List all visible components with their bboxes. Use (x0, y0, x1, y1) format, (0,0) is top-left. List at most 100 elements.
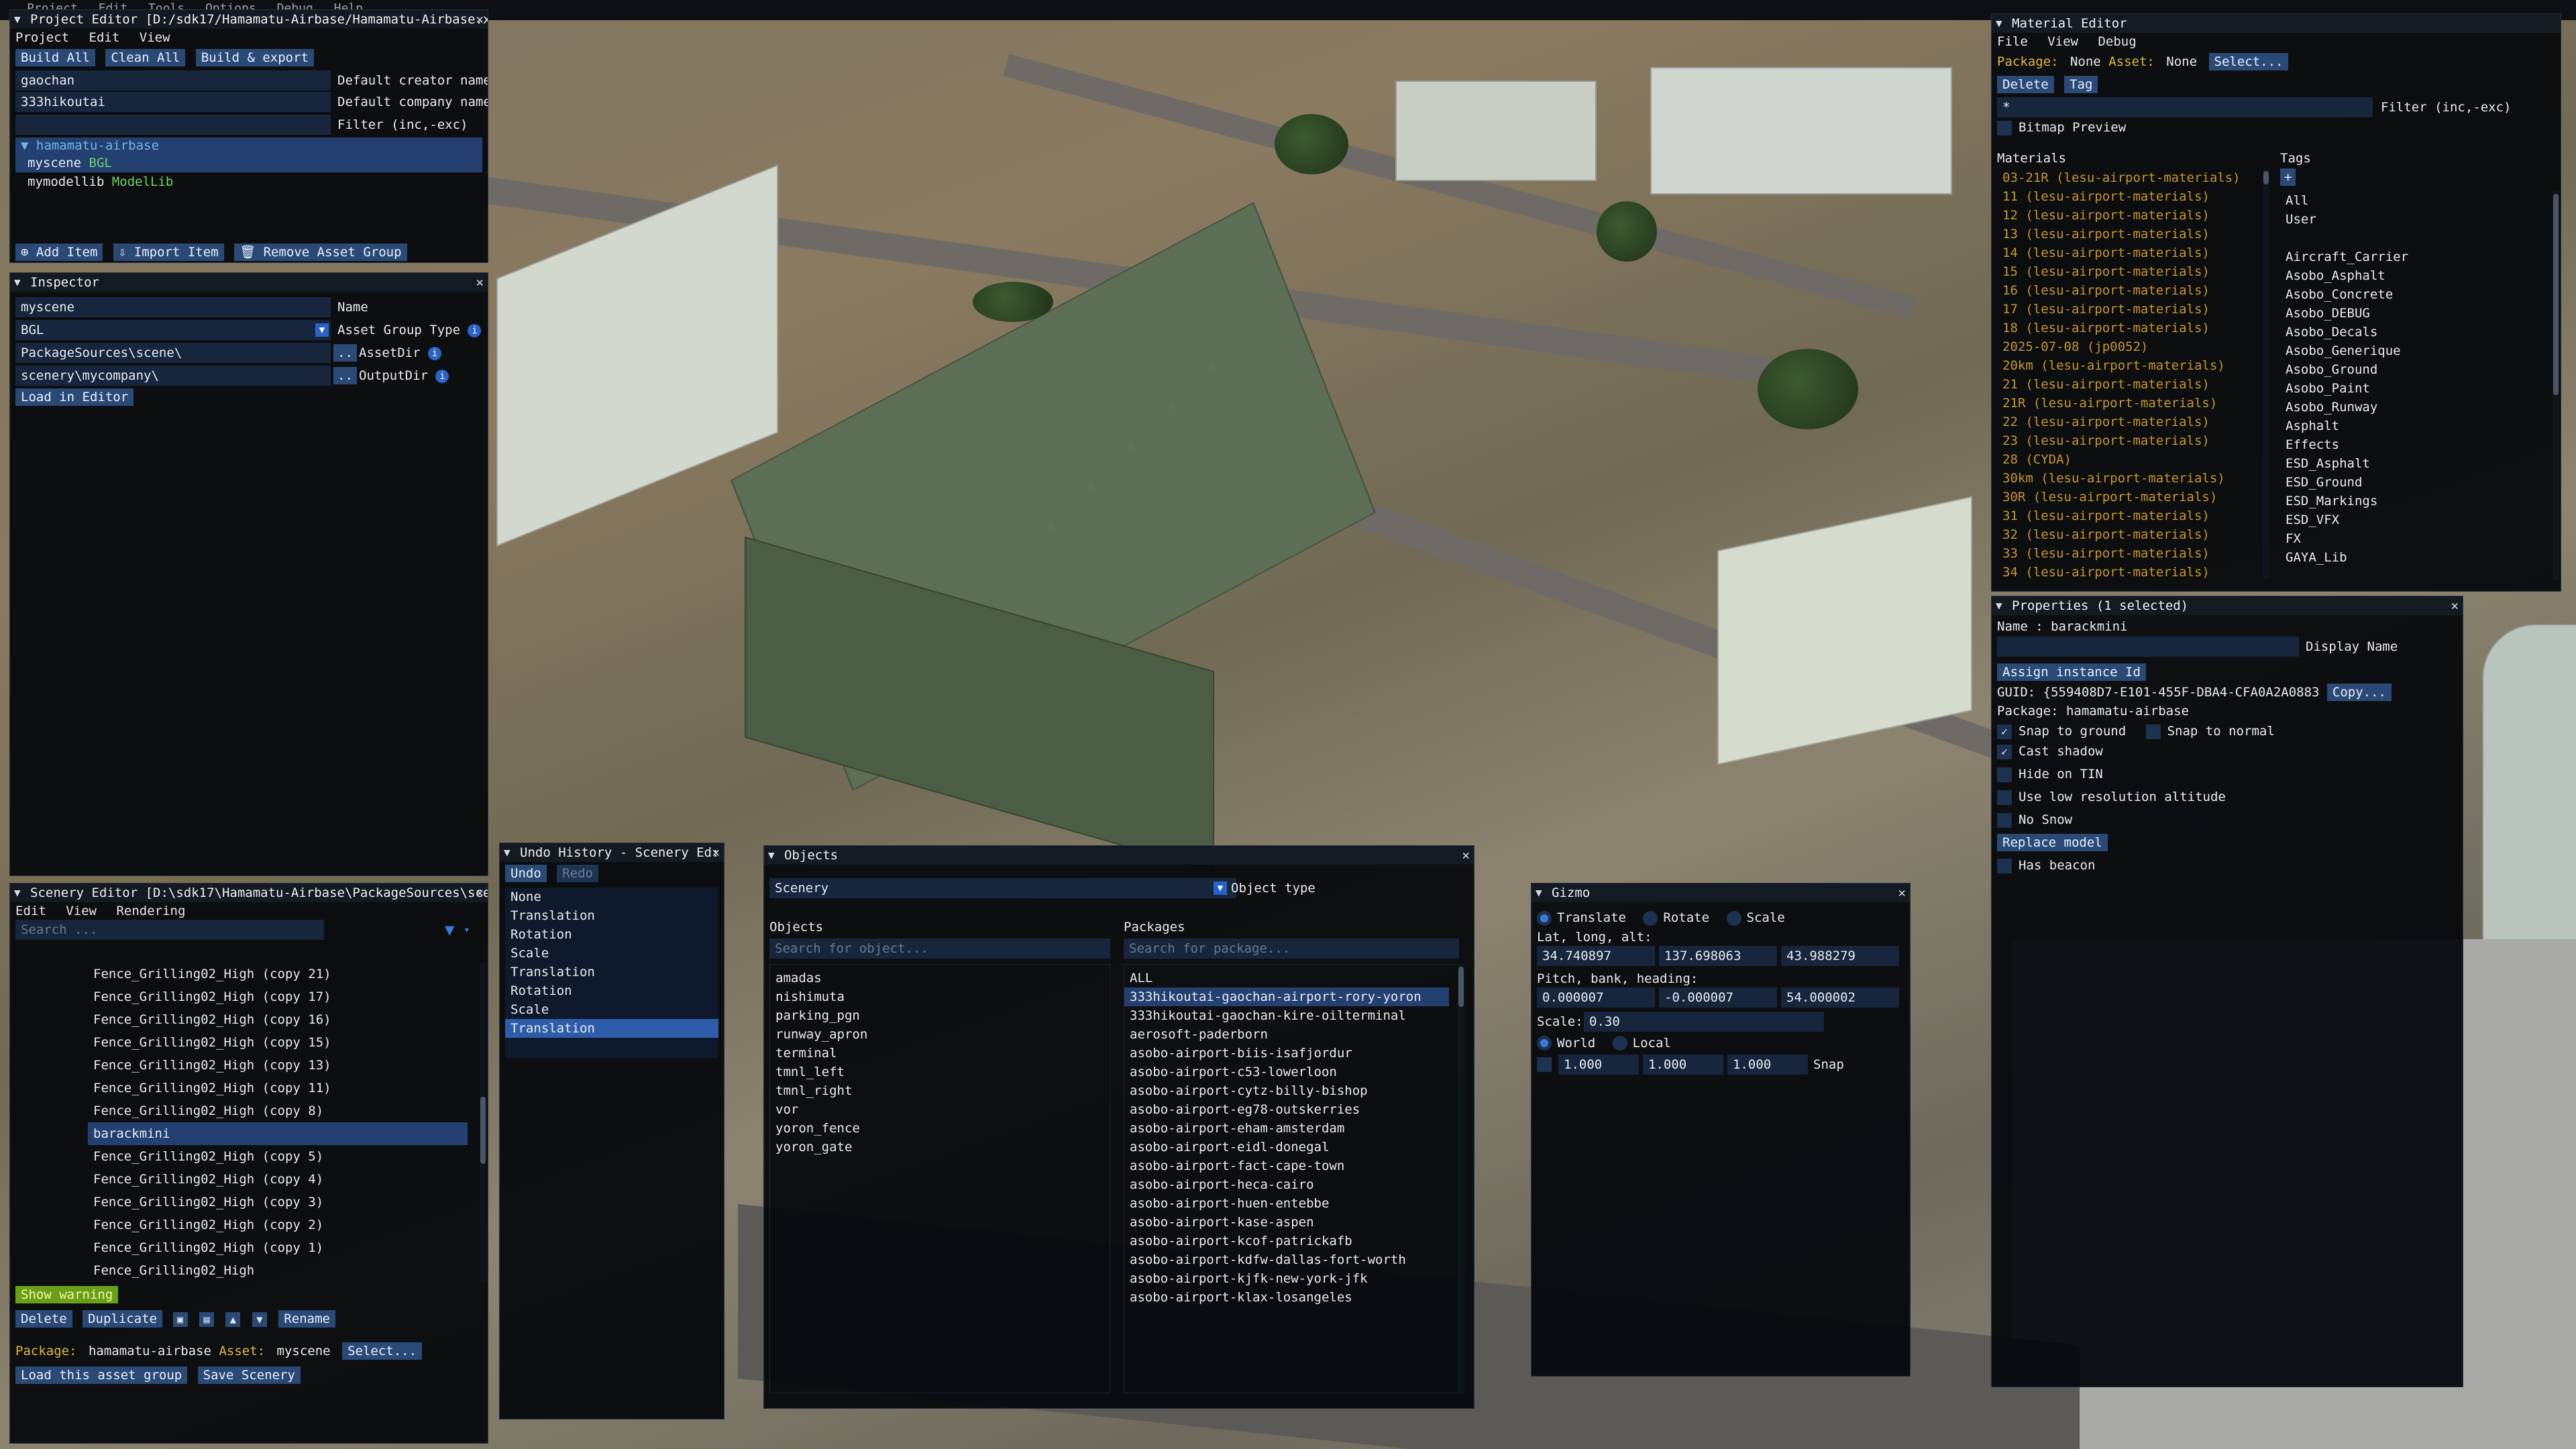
history-item[interactable]: Scale (505, 1000, 718, 1019)
tag-item[interactable]: All (2280, 191, 2548, 210)
close-icon[interactable]: ✕ (2451, 596, 2459, 615)
object-item[interactable]: tmnl_left (770, 1063, 1110, 1081)
package-item[interactable]: asobo-airport-kjfk-new-york-jfk (1124, 1269, 1458, 1288)
list-item[interactable]: Fence_Grilling02_High (15, 1259, 478, 1282)
panel-title-bar[interactable]: ▼ Properties (1 selected) ✕ (1992, 596, 2463, 615)
package-item[interactable]: asobo-airport-c53-lowerloon (1124, 1063, 1458, 1081)
tag-item[interactable]: Asobo_DEBUG (2280, 304, 2548, 323)
package-item[interactable]: aerosoft-paderborn (1124, 1025, 1458, 1044)
menu-debug[interactable]: Debug (2098, 34, 2136, 49)
menu-edit[interactable]: Edit (15, 904, 46, 918)
material-item[interactable]: 11 (lesu-airport-materials) (1997, 187, 2265, 206)
tag-item[interactable]: User (2280, 210, 2548, 229)
radio-world[interactable] (1537, 1036, 1552, 1051)
panel-title-bar[interactable]: ▼ Material Editor (1992, 14, 2561, 33)
collapse-arrow-icon[interactable]: ▼ (14, 883, 21, 902)
collapse-arrow-icon[interactable]: ▼ (14, 10, 21, 29)
pitch-input[interactable]: 0.000007 (1537, 987, 1655, 1008)
snap-to-normal-checkbox[interactable] (2145, 724, 2161, 739)
scrollbar[interactable] (1458, 964, 1464, 1393)
scale-input[interactable]: 0.30 (1584, 1011, 1824, 1032)
collapse-arrow-icon[interactable]: ▼ (1536, 883, 1542, 902)
close-icon[interactable]: ✕ (712, 843, 720, 862)
list-item[interactable]: Fence_Grilling02_High (copy 15) (15, 1031, 478, 1054)
package-item[interactable]: asobo-airport-eidl-donegal (1124, 1138, 1458, 1157)
object-type-select[interactable]: Scenery (769, 878, 1236, 898)
no-snow-checkbox[interactable] (1997, 812, 2012, 828)
panel-title-bar[interactable]: ▼ Inspector ✕ (10, 273, 488, 292)
asset-dir-input[interactable]: PackageSources\scene\ (15, 343, 331, 363)
bitmap-preview-checkbox[interactable] (1997, 120, 2012, 136)
list-item-selected[interactable]: barackmini (88, 1122, 468, 1145)
history-item[interactable]: Translation (505, 963, 718, 981)
object-search-input[interactable]: Search for object... (769, 938, 1110, 959)
radio-scale[interactable] (1726, 910, 1741, 926)
tag-item[interactable]: Asphalt (2280, 417, 2548, 435)
close-icon[interactable]: ✕ (476, 273, 484, 292)
close-icon[interactable]: ✕ (1898, 883, 1906, 902)
snap-y-input[interactable]: 1.000 (1643, 1055, 1723, 1075)
package-item[interactable]: asobo-airport-eg78-outskerries (1124, 1100, 1458, 1119)
list-item[interactable]: Fence_Grilling02_High (copy 21) (15, 963, 478, 985)
material-item[interactable]: 21 (lesu-airport-materials) (1997, 375, 2265, 394)
material-item[interactable]: 21R (lesu-airport-materials) (1997, 394, 2265, 413)
package-item-selected[interactable]: 333hikoutai-gaochan-airport-rory-yoron (1124, 987, 1449, 1006)
cast-shadow-checkbox[interactable]: ✓ (1997, 744, 2012, 759)
info-icon[interactable]: i (427, 346, 441, 360)
material-item[interactable]: 13 (lesu-airport-materials) (1997, 225, 2265, 244)
material-item[interactable]: 12 (lesu-airport-materials) (1997, 206, 2265, 225)
latitude-input[interactable]: 34.740897 (1537, 945, 1655, 966)
tag-item[interactable]: FX (2280, 529, 2548, 548)
list-item[interactable]: Fence_Grilling02_High (copy 11) (15, 1077, 478, 1099)
browse-button[interactable]: .. (333, 367, 357, 384)
history-item[interactable]: None (505, 888, 718, 906)
package-item[interactable]: asobo-airport-kcof-patrickafb (1124, 1232, 1458, 1250)
info-icon[interactable]: i (468, 323, 482, 337)
tag-button[interactable]: Tag (2064, 76, 2098, 93)
list-item[interactable]: Fence_Grilling02_High (copy 3) (15, 1191, 478, 1214)
object-item[interactable]: yoron_fence (770, 1119, 1110, 1138)
arrow-down-icon[interactable]: ▼ (252, 1311, 267, 1327)
tag-item[interactable]: Asobo_Paint (2280, 379, 2548, 398)
company-name-input[interactable]: 333hikoutai (15, 92, 331, 112)
close-icon[interactable]: ✕ (476, 10, 484, 29)
has-beacon-checkbox[interactable] (1997, 858, 2012, 873)
add-tag-button[interactable]: + (2280, 168, 2296, 186)
menu-rendering[interactable]: Rendering (116, 904, 185, 918)
snap-checkbox[interactable] (1537, 1057, 1552, 1072)
menu-view[interactable]: View (2047, 34, 2078, 49)
add-item-button[interactable]: ⊕ Add Item (15, 244, 103, 261)
material-item[interactable]: 30km (lesu-airport-materials) (1997, 469, 2265, 488)
load-in-editor-button[interactable]: Load in Editor (15, 388, 134, 406)
assign-instance-id-button[interactable]: Assign instance Id (1997, 663, 2146, 681)
menu-file[interactable]: File (1997, 34, 2028, 49)
material-item[interactable]: 14 (lesu-airport-materials) (1997, 244, 2265, 262)
object-item[interactable]: vor (770, 1100, 1110, 1119)
hide-on-tin-checkbox[interactable] (1997, 767, 2012, 782)
list-item[interactable]: Fence_Grilling02_High (copy 13) (15, 1054, 478, 1077)
radio-local[interactable] (1612, 1036, 1627, 1051)
redo-button[interactable]: Redo (557, 865, 598, 882)
tag-item[interactable]: GAYA_Lib (2280, 548, 2548, 567)
material-item[interactable]: 23 (lesu-airport-materials) (1997, 431, 2265, 450)
panel-title-bar[interactable]: ▼ Undo History - Scenery Ed: ✕ (500, 843, 724, 862)
low-res-altitude-checkbox[interactable] (1997, 790, 2012, 805)
tag-item[interactable]: Asobo_Runway (2280, 398, 2548, 417)
filter-icon[interactable]: ▼ (445, 920, 454, 940)
history-item-selected[interactable]: Translation (505, 1019, 718, 1038)
package-item[interactable]: asobo-airport-eham-amsterdam (1124, 1119, 1458, 1138)
asset-name-input[interactable]: myscene (15, 297, 331, 317)
material-item[interactable]: 18 (lesu-airport-materials) (1997, 319, 2265, 337)
object-item[interactable]: terminal (770, 1044, 1110, 1063)
list-item[interactable]: Fence_Grilling02_High (copy 5) (15, 1145, 478, 1168)
output-dir-input[interactable]: scenery\mycompany\ (15, 366, 331, 386)
material-item[interactable]: 17 (lesu-airport-materials) (1997, 300, 2265, 319)
info-icon[interactable]: i (435, 369, 449, 383)
creator-name-input[interactable]: gaochan (15, 70, 331, 91)
delete-button[interactable]: Delete (15, 1310, 72, 1328)
folder-open-icon[interactable]: ▤ (199, 1311, 214, 1327)
package-item[interactable]: asobo-airport-biis-isafjordur (1124, 1044, 1458, 1063)
menu-edit[interactable]: Edit (89, 30, 120, 45)
tag-item[interactable]: ESD_Markings (2280, 492, 2548, 511)
close-icon[interactable]: ✕ (476, 883, 484, 902)
